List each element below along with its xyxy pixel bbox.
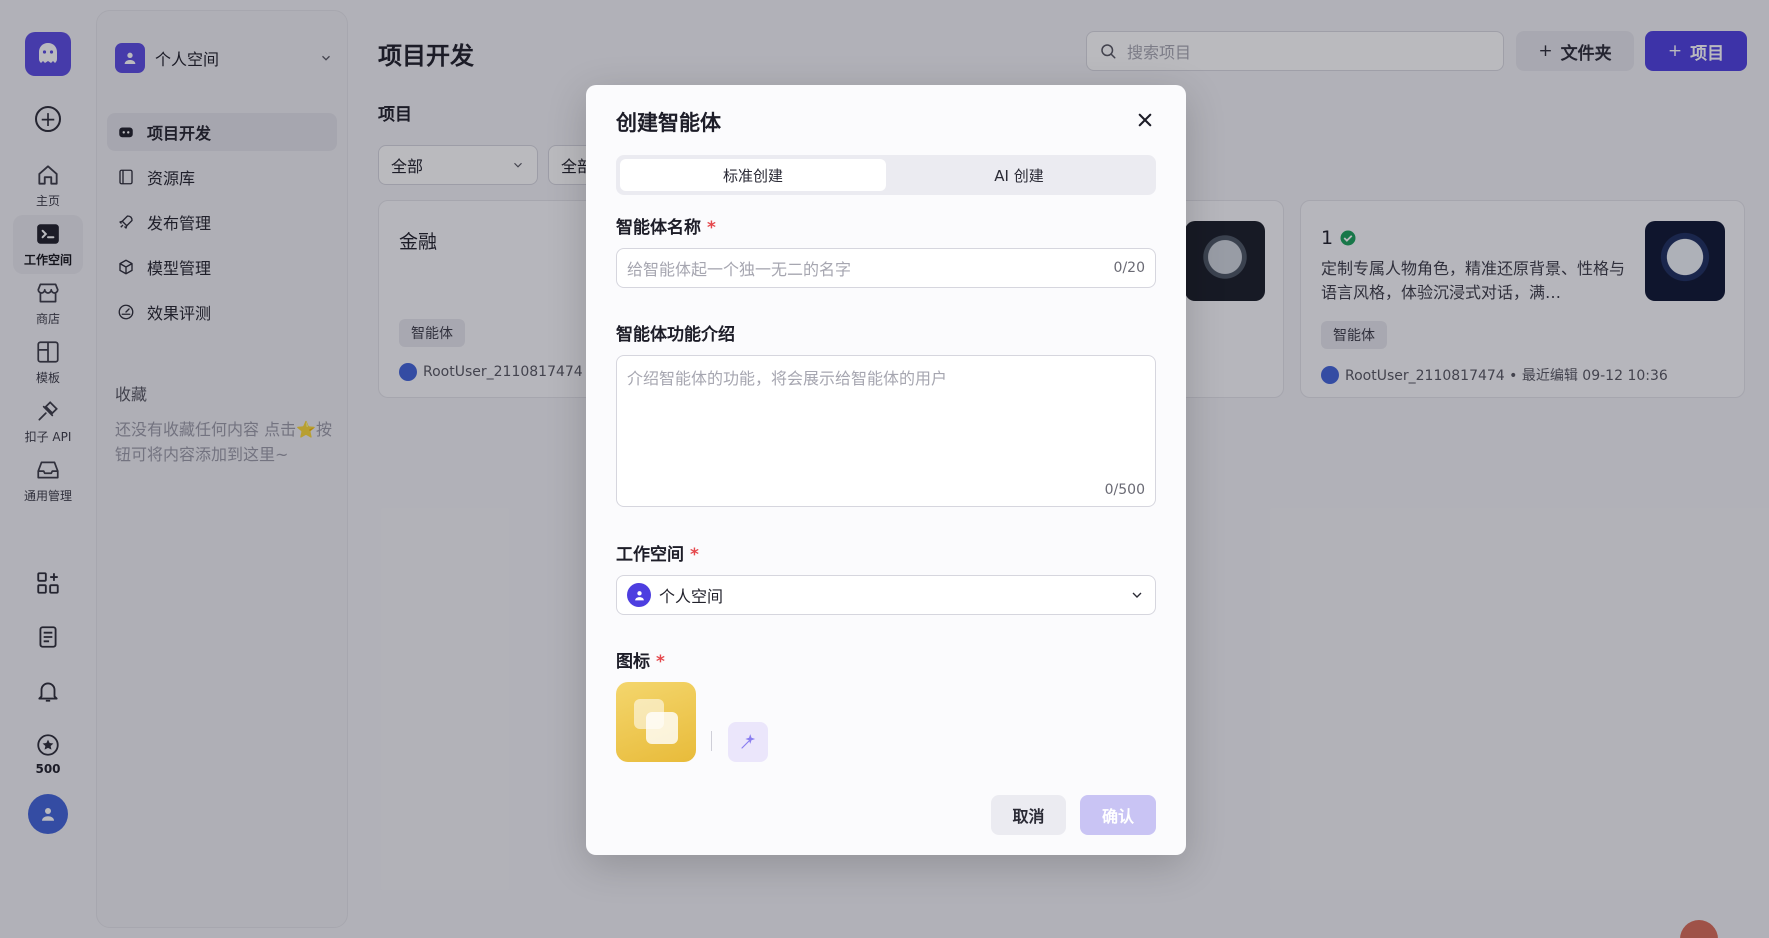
name-char-count: 0/20 (1113, 260, 1145, 276)
desc-char-count: 0/500 (1104, 482, 1145, 498)
workspace-avatar (627, 583, 651, 607)
workspace-value: 个人空间 (659, 587, 724, 606)
confirm-button[interactable]: 确认 (1080, 795, 1156, 835)
tab-ai-create[interactable]: AI 创建 (886, 159, 1152, 191)
workspace-select[interactable]: 个人空间 (616, 575, 1156, 615)
name-label-row: 智能体名称 * (616, 213, 716, 238)
agent-description-placeholder: 介绍智能体的功能，将会展示给智能体的用户 (627, 369, 948, 388)
icon-label: 图标 (616, 652, 650, 672)
sparkle-wand-icon (741, 734, 756, 749)
close-button[interactable] (1132, 107, 1158, 133)
create-mode-tabs: 标准创建 AI 创建 (616, 155, 1156, 195)
agent-icon-preview[interactable] (616, 682, 696, 762)
agent-name-input[interactable]: 给智能体起一个独一无二的名字 0/20 (616, 248, 1156, 288)
required-mark: * (690, 545, 699, 565)
modal-title: 创建智能体 (616, 111, 721, 135)
close-icon (1138, 113, 1152, 127)
desc-label: 智能体功能介绍 (616, 325, 735, 345)
name-label: 智能体名称 (616, 218, 701, 238)
workspace-label: 工作空间 (616, 545, 684, 565)
overlapping-squares-icon (634, 699, 678, 744)
cancel-button[interactable]: 取消 (991, 795, 1066, 835)
agent-description-textarea[interactable]: 介绍智能体的功能，将会展示给智能体的用户 0/500 (616, 355, 1156, 507)
ai-generate-icon-button[interactable] (728, 722, 768, 762)
create-agent-modal: 创建智能体 标准创建 AI 创建 智能体名称 * 给智能体起一个独一无二的名字 0… (586, 85, 1186, 855)
user-icon (634, 590, 644, 600)
tab-standard-create[interactable]: 标准创建 (620, 159, 886, 191)
chevron-down-icon (1132, 592, 1142, 598)
required-mark: * (656, 652, 665, 672)
required-mark: * (707, 218, 716, 238)
agent-name-placeholder: 给智能体起一个独一无二的名字 (627, 260, 852, 279)
icon-divider (711, 731, 712, 751)
icon-label-row: 图标 * (616, 647, 665, 672)
workspace-label-row: 工作空间 * (616, 540, 699, 565)
